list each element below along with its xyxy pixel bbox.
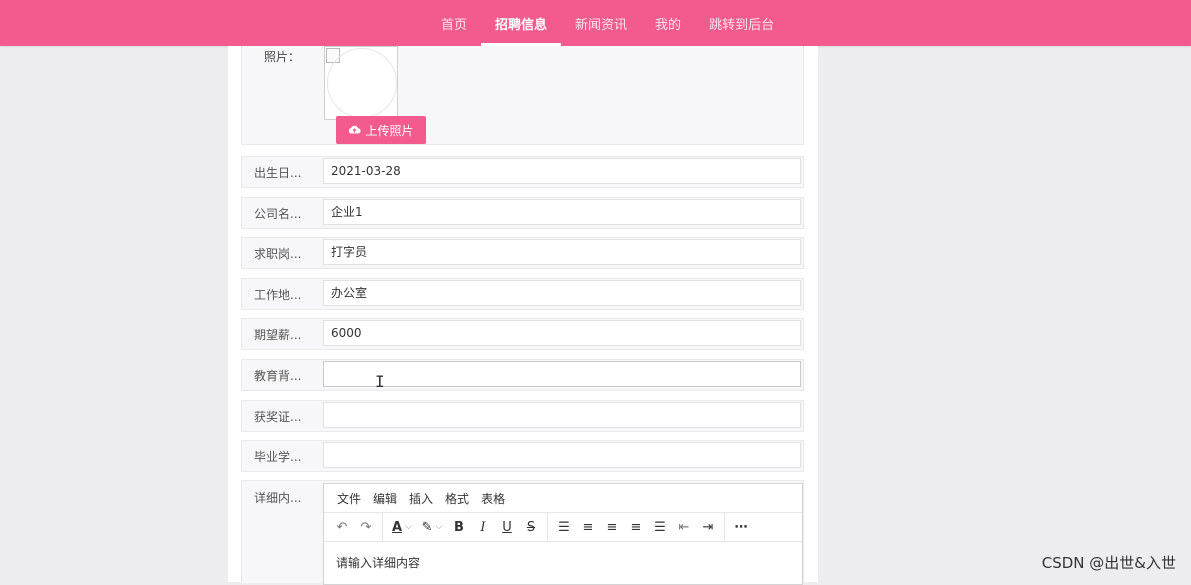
top-navbar: 首页 招聘信息 新闻资讯 我的 跳转到后台 — [0, 0, 1191, 46]
location-label: 工作地... — [254, 288, 302, 302]
photo-label: 照片： — [264, 50, 301, 64]
school-input[interactable] — [323, 442, 801, 468]
menu-edit[interactable]: 编辑 — [368, 490, 402, 507]
nav-menu: 首页 招聘信息 新闻资讯 我的 跳转到后台 — [427, 0, 788, 46]
line-height-icon[interactable]: ☰ — [552, 516, 576, 538]
redo-icon[interactable]: ↷ — [354, 516, 378, 538]
align-left-icon[interactable]: ≡ — [576, 516, 600, 538]
salary-label: 期望薪... — [254, 328, 302, 342]
editor-menubar: 文件 编辑 插入 格式 表格 — [324, 484, 802, 513]
align-justify-icon[interactable]: ☰ — [648, 516, 672, 538]
company-label: 公司名... — [254, 207, 302, 221]
field-row-company: 公司名... 企业1 — [241, 197, 804, 229]
form-card: 照片： 上传照片 出生日... 2021-03-28 公司名... 企业1 求职… — [228, 46, 818, 585]
italic-icon[interactable]: I — [471, 516, 495, 538]
nav-item-home[interactable]: 首页 — [427, 0, 481, 46]
field-row-awards: 获奖证... — [241, 400, 804, 432]
watermark: CSDN @出世&入世 — [1041, 554, 1176, 572]
bold-icon[interactable]: B — [447, 516, 471, 538]
menu-insert[interactable]: 插入 — [404, 490, 438, 507]
field-row-birthdate: 出生日... 2021-03-28 — [241, 156, 804, 188]
text-cursor-icon: I — [375, 372, 385, 391]
photo-preview[interactable] — [324, 46, 398, 120]
field-row-school: 毕业学... — [241, 440, 804, 472]
avatar-circle — [327, 48, 397, 118]
nav-item-news[interactable]: 新闻资讯 — [561, 0, 641, 46]
text-color-icon[interactable]: A ⌵ — [387, 516, 417, 538]
field-row-position: 求职岗... 打字员 — [241, 237, 804, 269]
education-input[interactable] — [323, 361, 801, 387]
cloud-upload-icon — [348, 124, 362, 136]
field-row-location: 工作地... 办公室 — [241, 278, 804, 310]
undo-icon[interactable]: ↶ — [330, 516, 354, 538]
rich-text-editor: 文件 编辑 插入 格式 表格 ↶ ↷ A ⌵ ✎ ⌵ B I U S ☰ ≡ ≡ ≡ — [323, 483, 803, 585]
school-label: 毕业学... — [254, 450, 302, 464]
field-row-salary: 期望薪... 6000 — [241, 318, 804, 350]
salary-input[interactable]: 6000 — [323, 320, 801, 346]
menu-format[interactable]: 格式 — [440, 490, 474, 507]
menu-table[interactable]: 表格 — [476, 490, 510, 507]
underline-icon[interactable]: U — [495, 516, 519, 538]
nav-item-admin[interactable]: 跳转到后台 — [695, 0, 788, 46]
toolbar-divider — [724, 513, 725, 541]
align-right-icon[interactable]: ≡ — [624, 516, 648, 538]
education-label: 教育背... — [254, 369, 302, 383]
position-input[interactable]: 打字员 — [323, 239, 801, 265]
nav-item-mine[interactable]: 我的 — [641, 0, 695, 46]
details-label: 详细内... — [254, 491, 302, 505]
field-row-education: 教育背... — [241, 359, 804, 391]
awards-input[interactable] — [323, 402, 801, 428]
nav-item-jobs[interactable]: 招聘信息 — [481, 0, 562, 46]
position-label: 求职岗... — [254, 247, 302, 261]
highlight-color-icon[interactable]: ✎ ⌵ — [417, 516, 447, 538]
outdent-icon[interactable]: ⇤ — [672, 516, 696, 538]
editor-content[interactable]: 请输入详细内容 — [324, 542, 802, 583]
location-input[interactable]: 办公室 — [323, 280, 801, 306]
birthdate-label: 出生日... — [254, 166, 302, 180]
company-input[interactable]: 企业1 — [323, 199, 801, 225]
upload-photo-button[interactable]: 上传照片 — [336, 116, 426, 144]
indent-icon[interactable]: ⇥ — [696, 516, 720, 538]
field-row-details: 详细内... 文件 编辑 插入 格式 表格 ↶ ↷ A ⌵ ✎ ⌵ B I U S … — [241, 480, 804, 585]
strikethrough-icon[interactable]: S — [519, 516, 543, 538]
upload-photo-label: 上传照片 — [365, 123, 414, 138]
more-icon[interactable]: ⋯ — [729, 516, 753, 538]
birthdate-input[interactable]: 2021-03-28 — [323, 158, 801, 184]
photo-row: 照片： 上传照片 — [241, 46, 804, 145]
toolbar-divider — [547, 513, 548, 541]
menu-file[interactable]: 文件 — [332, 490, 366, 507]
awards-label: 获奖证... — [254, 410, 302, 424]
align-center-icon[interactable]: ≡ — [600, 516, 624, 538]
toolbar-divider — [382, 513, 383, 541]
editor-toolbar: ↶ ↷ A ⌵ ✎ ⌵ B I U S ☰ ≡ ≡ ≡ ☰ ⇤ ⇥ ⋯ — [324, 513, 802, 542]
